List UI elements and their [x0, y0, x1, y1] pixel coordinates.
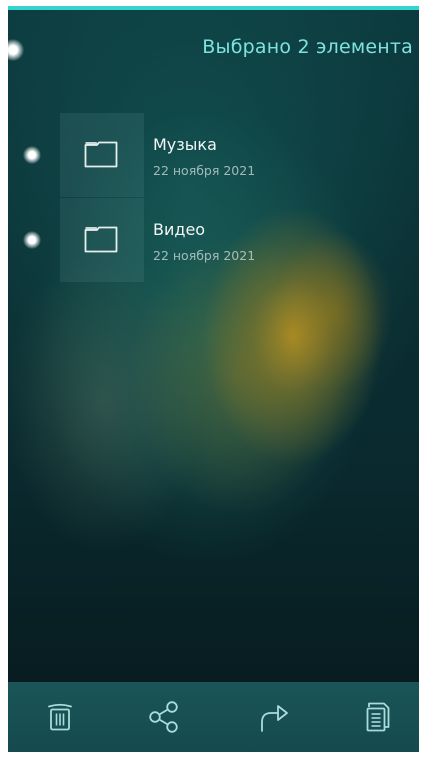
move-icon: [261, 705, 288, 732]
item-name: Музыка: [153, 135, 217, 154]
item-thumbnail: [60, 198, 144, 282]
delete-button[interactable]: [42, 699, 78, 735]
item-date: 22 ноября 2021: [153, 248, 256, 263]
bottom-toolbar: [8, 682, 419, 752]
share-icon: [149, 701, 178, 733]
item-name: Видео: [153, 220, 206, 239]
folder-icon: [84, 141, 118, 168]
file-manager-screen: Выбрано 2 элемента Музыка 22 ноября 2021…: [8, 6, 419, 752]
item-thumbnail: [60, 113, 144, 197]
share-button[interactable]: [147, 699, 183, 735]
copy-icon: [366, 702, 390, 732]
trash-icon: [48, 703, 72, 731]
item-date: 22 ноября 2021: [153, 163, 256, 178]
move-button[interactable]: [256, 699, 292, 735]
copy-button[interactable]: [360, 699, 396, 735]
top-accent-bar: [8, 6, 419, 10]
select-all-indicator[interactable]: [8, 39, 24, 61]
folder-icon: [84, 226, 118, 253]
list-item-video[interactable]: Видео 22 ноября 2021: [8, 198, 419, 282]
list-item-music[interactable]: Музыка 22 ноября 2021: [8, 113, 419, 197]
selection-indicator[interactable]: [23, 231, 41, 249]
page-title: Выбрано 2 элемента: [202, 36, 413, 58]
selection-indicator[interactable]: [23, 146, 41, 164]
